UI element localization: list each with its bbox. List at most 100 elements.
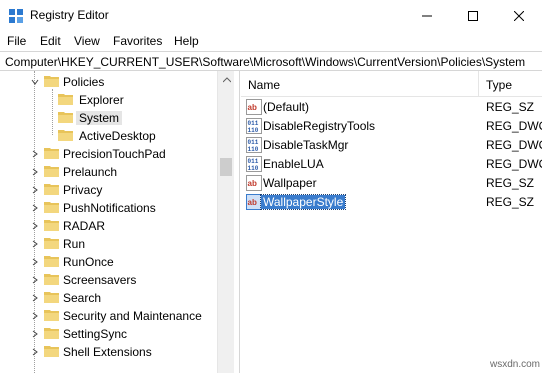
menu-edit[interactable]: Edit (40, 34, 61, 48)
chevron-right-icon[interactable] (30, 239, 40, 249)
tree-item-label: PushNotifications (63, 201, 156, 215)
string-value-icon: ab (246, 175, 262, 191)
tree-item-runonce[interactable]: RunOnce (30, 253, 217, 271)
string-value-icon: ab (246, 99, 262, 115)
value-row[interactable]: ab Wallpaper REG_SZ (241, 174, 542, 192)
menu-view[interactable]: View (74, 34, 100, 48)
chevron-right-icon[interactable] (30, 275, 40, 285)
folder-icon (44, 184, 59, 195)
value-type: REG_DWO (486, 119, 542, 133)
values-list[interactable]: Name Type ab (Default) REG_SZ 011 110 Dis… (241, 71, 542, 373)
tree-item-explorer[interactable]: Explorer (58, 91, 217, 109)
svg-text:110: 110 (248, 146, 259, 153)
list-header: Name Type (241, 71, 542, 97)
address-bar[interactable]: Computer\HKEY_CURRENT_USER\Software\Micr… (0, 51, 542, 71)
scroll-up-button[interactable] (218, 71, 235, 88)
svg-text:110: 110 (248, 127, 259, 134)
menu-file[interactable]: File (7, 34, 26, 48)
address-path[interactable]: Computer\HKEY_CURRENT_USER\Software\Micr… (5, 55, 525, 69)
menu-favorites[interactable]: Favorites (113, 34, 162, 48)
binary-value-icon: 011110 (246, 118, 262, 134)
chevron-right-icon[interactable] (30, 329, 40, 339)
chevron-right-icon[interactable] (30, 257, 40, 267)
value-name: DisableRegistryTools (263, 119, 376, 133)
svg-text:011: 011 (248, 139, 259, 146)
minimize-button[interactable] (404, 0, 450, 31)
tree-item-screensavers[interactable]: Screensavers (30, 271, 217, 289)
folder-icon (44, 166, 59, 177)
folder-icon (44, 346, 59, 357)
key-tree[interactable]: Policies Explorer System ActiveDesktop P… (0, 71, 233, 373)
value-row[interactable]: 011 110 DisableRegistryTools REG_DWO (241, 117, 542, 135)
tree-item-system[interactable]: System (58, 109, 217, 127)
tree-item-label: Search (63, 291, 102, 305)
scroll-thumb[interactable] (220, 158, 232, 176)
chevron-right-icon[interactable] (30, 221, 40, 231)
folder-icon (44, 220, 59, 231)
close-icon (514, 10, 524, 21)
folder-open-icon (44, 76, 59, 87)
chevron-right-icon[interactable] (30, 347, 40, 357)
chevron-up-icon (222, 76, 231, 82)
column-divider[interactable] (478, 71, 479, 97)
column-name-header[interactable]: Name (248, 78, 280, 92)
chevron-right-icon[interactable] (30, 149, 40, 159)
tree-item-label: PrecisionTouchPad (63, 147, 166, 161)
value-type: REG_DWO (486, 138, 542, 152)
chevron-right-icon[interactable] (30, 293, 40, 303)
svg-text:011: 011 (248, 158, 259, 165)
tree-item-policies[interactable]: Policies (30, 73, 217, 91)
value-row[interactable]: ab (Default) REG_SZ (241, 98, 542, 116)
tree-item-label: System (76, 111, 123, 125)
watermark: wsxdn.com (490, 359, 541, 370)
tree-item-shell-extensions[interactable]: Shell Extensions (30, 343, 217, 361)
value-row[interactable]: 011 110 DisableTaskMgr REG_DWO (241, 136, 542, 154)
pane-splitter[interactable] (234, 71, 240, 373)
binary-value-icon: 011110 (246, 137, 262, 153)
tree-item-precisiontouchpad[interactable]: PrecisionTouchPad (30, 145, 217, 163)
tree-item-radar[interactable]: RADAR (30, 217, 217, 235)
column-type-header[interactable]: Type (486, 78, 512, 92)
chevron-right-icon[interactable] (30, 203, 40, 213)
close-button[interactable] (496, 0, 542, 31)
value-type: REG_SZ (486, 195, 535, 209)
value-row-selected[interactable]: ab WallpaperStyle REG_SZ (241, 193, 542, 211)
folder-icon (58, 130, 73, 141)
folder-icon (44, 238, 59, 249)
folder-icon (44, 148, 59, 159)
binary-value-icon: 011110 (246, 156, 262, 172)
maximize-button[interactable] (450, 0, 496, 31)
chevron-right-icon[interactable] (30, 167, 40, 177)
chevron-down-icon[interactable] (30, 77, 40, 87)
tree-guide-line (52, 89, 53, 135)
svg-text:ab: ab (248, 179, 257, 188)
value-row[interactable]: 011 110 EnableLUA REG_DWO (241, 155, 542, 173)
tree-item-activedesktop[interactable]: ActiveDesktop (58, 127, 217, 145)
value-type: REG_SZ (486, 100, 535, 114)
folder-icon (58, 94, 73, 105)
tree-scrollbar[interactable] (217, 71, 234, 373)
tree-item-settingsync[interactable]: SettingSync (30, 325, 217, 343)
tree-item-run[interactable]: Run (30, 235, 217, 253)
tree-item-security-maintenance[interactable]: Security and Maintenance (30, 307, 217, 325)
value-type: REG_DWO (486, 157, 542, 171)
string-value-icon: ab (246, 194, 262, 210)
tree-item-label: Shell Extensions (63, 345, 152, 359)
tree-item-prelaunch[interactable]: Prelaunch (30, 163, 217, 181)
folder-icon (44, 274, 59, 285)
tree-item-label: ActiveDesktop (79, 129, 156, 143)
tree-item-label: Run (63, 237, 86, 251)
menu-help[interactable]: Help (174, 34, 199, 48)
tree-item-label: Screensavers (63, 273, 137, 287)
folder-icon (44, 202, 59, 213)
tree-item-search[interactable]: Search (30, 289, 217, 307)
tree-item-label: RADAR (63, 219, 106, 233)
value-name: (Default) (263, 100, 310, 114)
tree-item-privacy[interactable]: Privacy (30, 181, 217, 199)
tree-item-label: Explorer (79, 93, 124, 107)
tree-item-pushnotifications[interactable]: PushNotifications (30, 199, 217, 217)
chevron-right-icon[interactable] (30, 311, 40, 321)
folder-icon (44, 292, 59, 303)
registry-editor-icon (9, 9, 23, 23)
chevron-right-icon[interactable] (30, 185, 40, 195)
